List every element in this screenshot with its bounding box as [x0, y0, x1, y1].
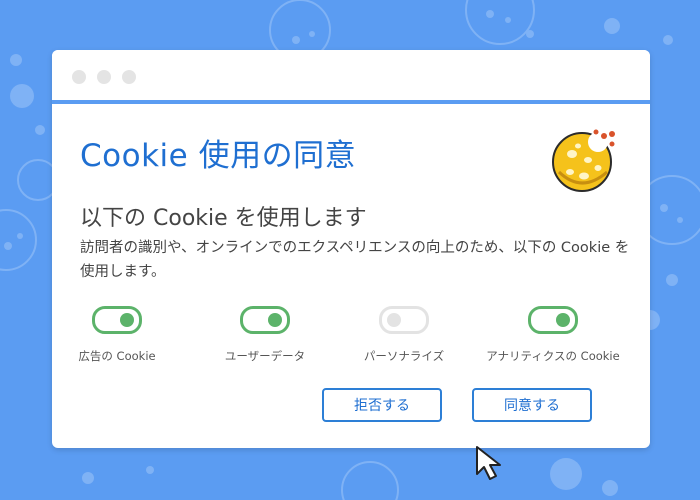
- window-titlebar: [52, 50, 650, 104]
- toggle-knob: [556, 313, 570, 327]
- accept-button[interactable]: 同意する: [472, 388, 592, 422]
- toggle-analytics: アナリティクスの Cookie: [478, 306, 628, 364]
- dialog-description: 訪問者の識別や、オンラインでのエクスペリエンスの向上のため、以下の Cookie…: [80, 240, 630, 280]
- cookie-consent-dialog: Cookie 使用の同意 以下の Cookie を使用します 訪問者の識別や、オ…: [52, 50, 650, 448]
- toggle-knob: [120, 313, 134, 327]
- toggle-knob: [387, 313, 401, 327]
- window-dot-2: [97, 70, 111, 84]
- toggle-label: アナリティクスの Cookie: [486, 349, 620, 363]
- toggle-personalize: パーソナライズ: [329, 306, 479, 364]
- toggle-label: パーソナライズ: [363, 349, 445, 363]
- toggle-ads: 広告の Cookie: [52, 306, 192, 364]
- mouse-cursor-icon: [476, 446, 501, 480]
- analytics-cookie-toggle[interactable]: [528, 306, 578, 334]
- ads-cookie-toggle[interactable]: [92, 306, 142, 334]
- user-data-toggle[interactable]: [240, 306, 290, 334]
- dialog-title: Cookie 使用の同意: [80, 138, 357, 174]
- window-dot-1: [72, 70, 86, 84]
- dialog-subtitle: 以下の Cookie を使用します: [80, 206, 367, 231]
- cookie-icon: [552, 129, 615, 192]
- window-dot-3: [122, 70, 136, 84]
- toggle-knob: [268, 313, 282, 327]
- personalize-toggle[interactable]: [379, 306, 429, 334]
- toggle-label: ユーザーデータ: [224, 349, 306, 363]
- reject-button[interactable]: 拒否する: [322, 388, 442, 422]
- toggle-user-data: ユーザーデータ: [190, 306, 340, 364]
- toggle-label: 広告の Cookie: [78, 349, 156, 363]
